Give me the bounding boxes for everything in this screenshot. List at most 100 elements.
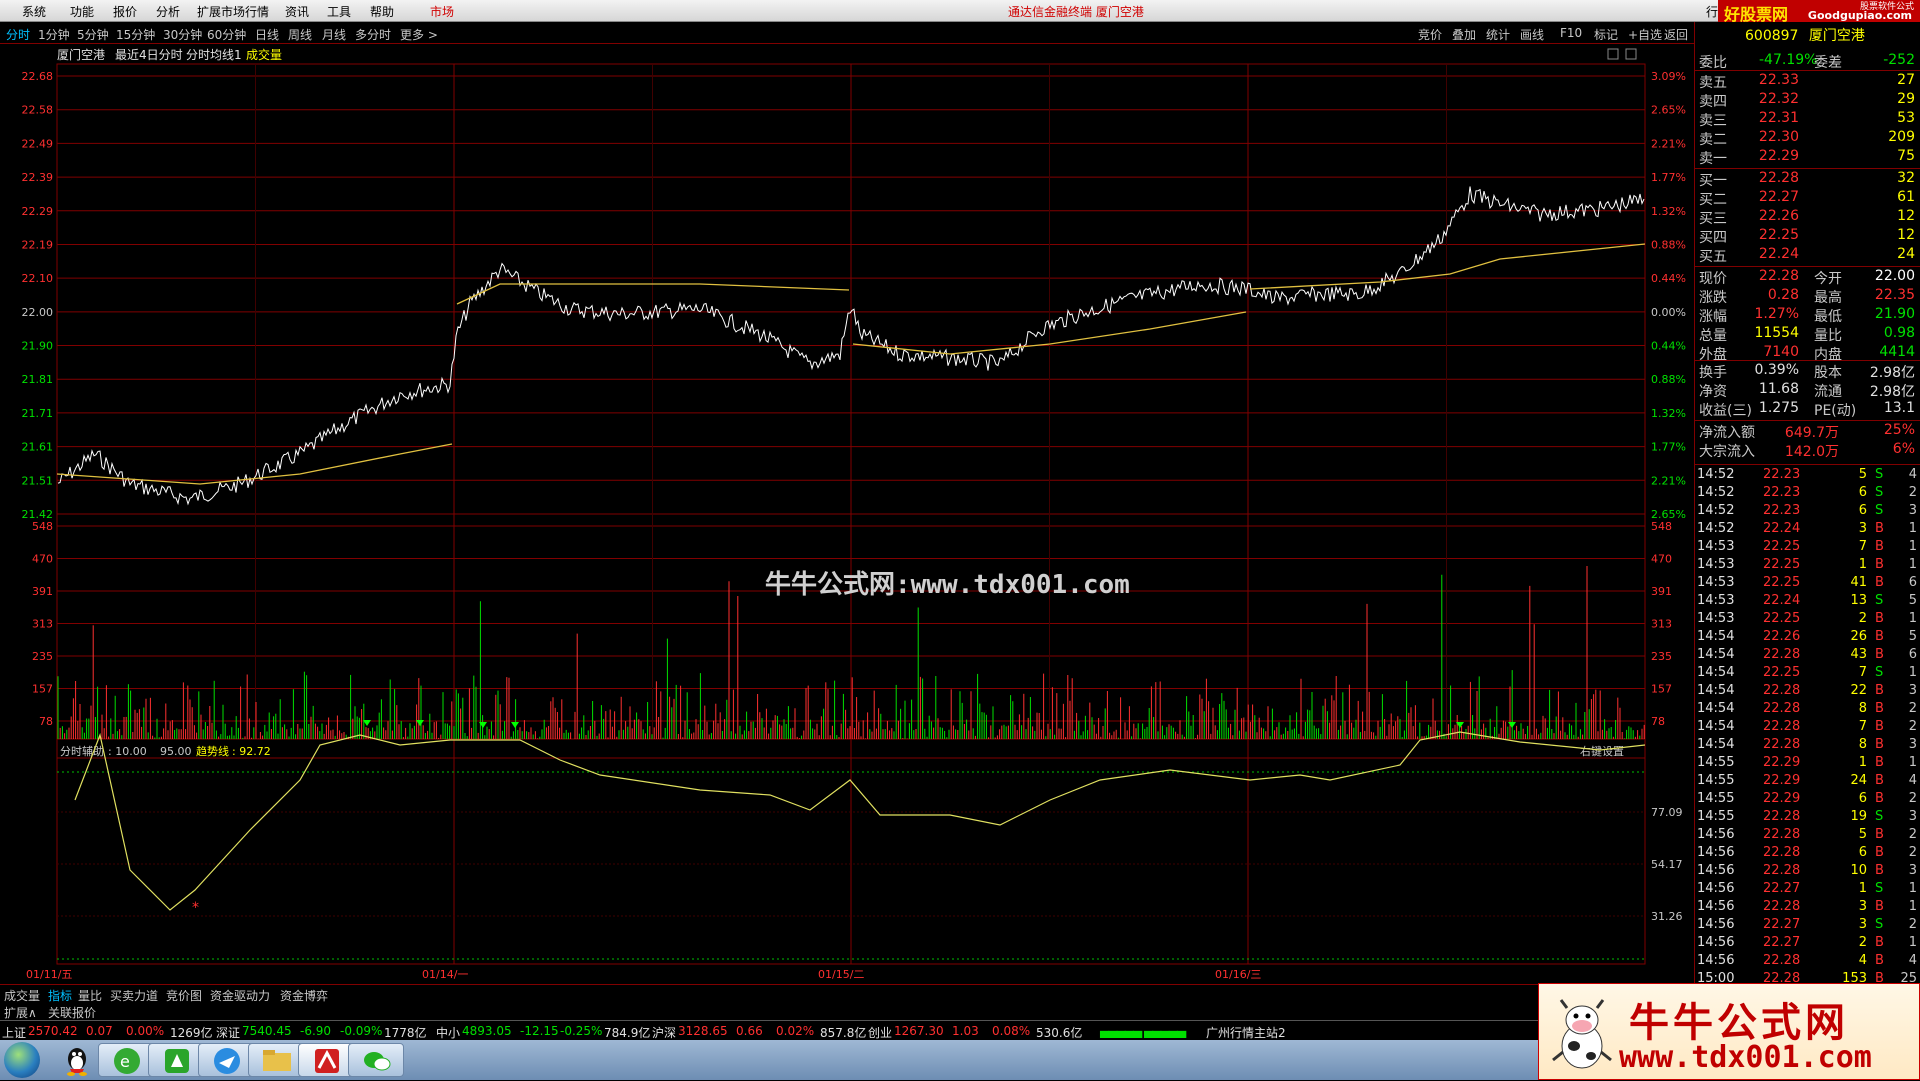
price-axis-label: 22.19 xyxy=(22,238,54,251)
qq-taskbar-icon[interactable] xyxy=(62,1043,92,1077)
trade-price: 22.27 xyxy=(1763,917,1801,932)
pct-axis-label: 0.44% xyxy=(1651,272,1686,285)
toolbar-button[interactable]: 竞价 xyxy=(1418,26,1442,43)
sell-signal-icon xyxy=(416,720,424,726)
trade-count: 1 xyxy=(1908,935,1917,950)
stock-name: 厦门空港 xyxy=(1808,28,1865,44)
tab-period[interactable]: 分时 xyxy=(6,26,30,43)
volume-axis-label: 548 xyxy=(32,520,53,533)
restore-icon[interactable] xyxy=(1625,48,1637,60)
trade-volume: 8 xyxy=(1858,737,1867,752)
zoom-icon[interactable] xyxy=(1607,48,1619,60)
toolbar-button[interactable]: 统计 xyxy=(1486,26,1510,43)
menu-item[interactable]: 工具 xyxy=(327,3,351,20)
trade-volume: 22 xyxy=(1850,683,1867,698)
menu-item[interactable]: 帮助 xyxy=(370,3,394,20)
toolbar-button[interactable]: 标记 xyxy=(1594,26,1618,43)
trade-volume: 3 xyxy=(1858,521,1867,536)
tab-period[interactable]: 日线 xyxy=(255,26,279,43)
index-name[interactable]: 创业 xyxy=(868,1024,892,1041)
trade-direction: B xyxy=(1875,701,1884,716)
trade-volume: 10 xyxy=(1850,863,1867,878)
trade-time: 14:54 xyxy=(1697,647,1735,662)
date-axis-label: 01/14/一 xyxy=(422,968,468,981)
volume-axis-label-right: 157 xyxy=(1651,683,1672,696)
stat-label: 涨跌 xyxy=(1699,290,1727,306)
start-button[interactable] xyxy=(4,1042,40,1078)
toolbar-button[interactable]: 返回 xyxy=(1664,26,1688,43)
ask-label: 卖二 xyxy=(1699,132,1727,148)
menu-item[interactable]: 资讯 xyxy=(285,3,309,20)
market-menu[interactable]: 市场 xyxy=(430,3,454,20)
trade-row: 14:56 22.28 6 B 2 xyxy=(1697,845,1919,863)
intraday-chart[interactable]: 厦门空港 最近4日分时 分时均线1 成交量 22.68 3.09% 22.58 2.65% 22… xyxy=(0,44,1694,984)
trade-count: 4 xyxy=(1908,467,1917,482)
index-amount: 784.9亿 xyxy=(604,1026,651,1040)
chart-canvas[interactable]: 厦门空港 最近4日分时 分时均线1 成交量 22.68 3.09% 22.58 2.65% 22… xyxy=(0,44,1694,984)
tab-period[interactable]: 15分钟 xyxy=(116,26,155,43)
trade-volume: 3 xyxy=(1858,899,1867,914)
tab-period[interactable]: 周线 xyxy=(288,26,312,43)
folder-taskbar-icon[interactable] xyxy=(248,1043,304,1077)
trade-row: 14:52 22.23 6 S 3 xyxy=(1697,503,1919,521)
indicator-setting[interactable]: 右键设置 xyxy=(1580,744,1624,758)
menu-bar: 系统 功能 报价 分析 扩展市场行情 资讯 工具 帮助 市场 通达信金融终端 厦门空港 行 好… xyxy=(0,0,1920,24)
toolbar-button[interactable]: F10 xyxy=(1560,26,1582,40)
tab-period[interactable]: 多分时 xyxy=(355,26,391,43)
index-name[interactable]: 沪深 xyxy=(652,1024,676,1041)
tab-period[interactable]: 月线 xyxy=(322,26,346,43)
bird-taskbar-icon[interactable] xyxy=(198,1043,254,1077)
stat-label: 最高 xyxy=(1814,290,1842,306)
sell-signal-icon xyxy=(511,722,519,728)
toolbar-button[interactable]: 画线 xyxy=(1520,26,1544,43)
server-name[interactable]: 广州行情主站2 xyxy=(1206,1024,1286,1041)
tdx-taskbar-icon[interactable] xyxy=(298,1043,354,1077)
trade-price: 22.28 xyxy=(1763,845,1801,860)
wechat-taskbar-icon[interactable] xyxy=(348,1043,404,1077)
trade-count: 6 xyxy=(1908,647,1917,662)
index-name[interactable]: 上证 xyxy=(2,1024,26,1041)
trade-direction: B xyxy=(1875,845,1884,860)
price-axis-label: 21.51 xyxy=(22,474,54,487)
trade-time: 14:55 xyxy=(1697,755,1735,770)
tab-period[interactable]: 5分钟 xyxy=(77,26,109,43)
trade-direction: S xyxy=(1875,809,1884,824)
menu-item[interactable]: 系统 xyxy=(22,3,46,20)
tab-period[interactable]: 更多 > xyxy=(400,26,438,43)
menu-item[interactable]: 分析 xyxy=(156,3,180,20)
browser-taskbar-icon[interactable]: e xyxy=(98,1043,154,1077)
menu-item[interactable]: 报价 xyxy=(113,3,137,20)
trade-volume: 24 xyxy=(1850,773,1867,788)
menu-item[interactable]: 扩展市场行情 xyxy=(197,3,269,20)
trade-volume: 2 xyxy=(1858,611,1867,626)
quote-panel: 600897 厦门空港 委比 -47.19% 委差 -252 卖五 22.33 27 卖四 22… xyxy=(1694,22,1920,986)
tab-period[interactable]: 1分钟 xyxy=(38,26,70,43)
brand-left-label[interactable]: 行 xyxy=(1706,3,1718,20)
volume-axis-label-right: 78 xyxy=(1651,715,1665,728)
price-axis-label: 21.71 xyxy=(22,407,54,420)
trade-count: 1 xyxy=(1908,539,1917,554)
toolbar-button[interactable]: +自选 xyxy=(1628,26,1662,43)
index-name[interactable]: 深证 xyxy=(216,1024,240,1041)
weibi-row: 委比 -47.19% 委差 -252 xyxy=(1699,52,1915,71)
tab-period[interactable]: 60分钟 xyxy=(207,26,246,43)
extension-tab[interactable]: 关联报价 xyxy=(48,1004,96,1021)
trade-row: 14:56 22.28 3 B 1 xyxy=(1697,899,1919,917)
bid-row: 买二 22.27 61 xyxy=(1699,189,1915,208)
store-taskbar-icon[interactable] xyxy=(148,1043,204,1077)
menu-item[interactable]: 功能 xyxy=(70,3,94,20)
trade-price: 22.29 xyxy=(1763,755,1801,770)
tab-period[interactable]: 30分钟 xyxy=(163,26,202,43)
cow-mascot-icon xyxy=(1552,999,1612,1069)
trade-row: 14:56 22.27 3 S 2 xyxy=(1697,917,1919,935)
stat-label: 今开 xyxy=(1814,271,1842,287)
trade-volume: 2 xyxy=(1858,935,1867,950)
extension-tab[interactable]: 扩展∧ xyxy=(4,1004,37,1021)
trade-time: 14:56 xyxy=(1697,953,1735,968)
stat-value: 2.98亿 xyxy=(1869,384,1915,400)
toolbar-button[interactable]: 叠加 xyxy=(1452,26,1476,43)
index-name[interactable]: 中小 xyxy=(436,1024,460,1041)
weibi-label: 委比 xyxy=(1699,55,1727,71)
ask-volume: 75 xyxy=(1897,148,1915,164)
index-amount: 1269亿 xyxy=(170,1026,213,1040)
